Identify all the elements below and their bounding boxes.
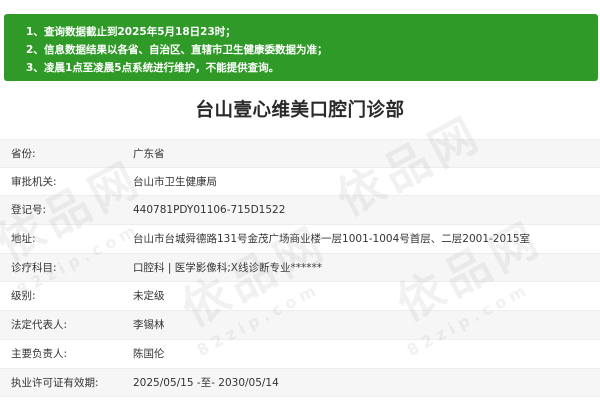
table-row-province: 省份: 广东省 <box>0 139 600 168</box>
notice-line-text: 系统进行维护，不能提供查询。 <box>132 62 280 74</box>
table-row-registration-number: 登记号: 440781PDY01106-715D1522 <box>0 196 600 226</box>
row-label: 省份: <box>11 148 36 160</box>
notice-line-1: 1、查询数据截止到2025年5月18日23时； <box>26 26 236 38</box>
row-label: 审批机关: <box>11 175 57 188</box>
notice-line-3: 3、凌晨1点至凌晨5点系统进行维护，不能提供查询。 <box>26 62 280 74</box>
table-row-address: 地址: 台山市台城舜德路131号金茂广场商业楼一层1001-1004号首层、二层… <box>0 225 600 254</box>
row-value: 台山市卫生健康局 <box>133 175 217 188</box>
notice-banner: 1、查询数据截止到2025年5月18日23时； 2、信息数据结果以各省、自治区、… <box>4 14 598 81</box>
table-row-level: 级别: 未定级 <box>0 282 600 312</box>
row-value: 李锡林 <box>133 319 165 332</box>
row-value: 2025/05/15 -至- 2030/05/14 <box>133 376 279 389</box>
row-label: 登记号: <box>11 204 47 217</box>
row-value: 陈国伦 <box>133 347 165 360</box>
row-label: 主要负责人: <box>11 347 68 360</box>
row-label: 法定代表人: <box>11 319 68 332</box>
row-value: 未定级 <box>133 290 165 303</box>
row-label: 诊疗科目: <box>11 261 57 274</box>
row-value: 口腔科 | 医学影像科;X线诊断专业****** <box>133 261 322 274</box>
clinic-title: 台山壹心维美口腔门诊部 <box>195 100 405 121</box>
notice-line-text: 信息数据结果以各省、自治区、直辖市卫生健康委数据为准； <box>44 44 328 56</box>
notice-line-bold-text: 凌晨1点至凌晨5点 <box>44 62 133 74</box>
notice-line-text: 查询数据截止到2025年5月18日23时； <box>44 26 236 38</box>
row-label: 执业许可证有效期: <box>11 376 99 389</box>
info-table: 省份: 广东省 审批机关: 台山市卫生健康局 登记号: 440781PDY011… <box>0 139 600 398</box>
table-row-principal: 主要负责人: 陈国伦 <box>0 339 600 369</box>
row-value: 广东省 <box>133 148 165 160</box>
notice-line-2: 2、信息数据结果以各省、自治区、直辖市卫生健康委数据为准； <box>26 44 328 56</box>
row-label: 地址: <box>11 233 36 246</box>
page: 1、查询数据截止到2025年5月18日23时； 2、信息数据结果以各省、自治区、… <box>0 0 600 405</box>
row-label: 级别: <box>11 290 36 303</box>
row-value: 440781PDY01106-715D1522 <box>133 204 286 217</box>
table-row-departments: 诊疗科目: 口腔科 | 医学影像科;X线诊断专业****** <box>0 253 600 283</box>
table-row-approval-authority: 审批机关: 台山市卫生健康局 <box>0 167 600 197</box>
row-value: 台山市台城舜德路131号金茂广场商业楼一层1001-1004号首层、二层2001… <box>133 233 531 246</box>
table-row-legal-representative: 法定代表人: 李锡林 <box>0 311 600 340</box>
table-row-license-validity: 执业许可证有效期: 2025/05/15 -至- 2030/05/14 <box>0 368 600 398</box>
